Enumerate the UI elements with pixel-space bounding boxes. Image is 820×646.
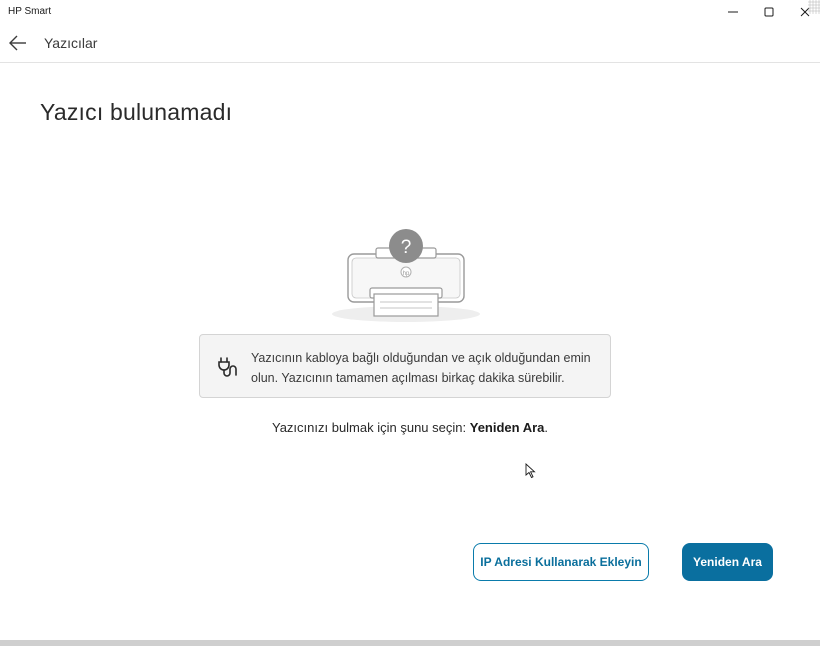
question-mark-label: ? bbox=[401, 237, 412, 258]
maximize-icon bbox=[764, 7, 774, 17]
window-bottom-border bbox=[0, 640, 820, 646]
page-title: Yazıcı bulunamadı bbox=[40, 99, 233, 125]
maximize-button[interactable] bbox=[751, 0, 787, 24]
mouse-pointer-icon bbox=[525, 463, 536, 479]
search-again-button[interactable]: Yeniden Ara bbox=[682, 543, 773, 581]
minimize-button[interactable] bbox=[715, 0, 751, 24]
back-button[interactable] bbox=[6, 33, 30, 53]
hp-smart-window: HP Smart Yazıcılar Yazıcı bulunamadı hp … bbox=[0, 0, 820, 646]
search-hint-suffix: . bbox=[544, 420, 549, 435]
app-title: HP Smart bbox=[8, 6, 52, 17]
add-by-ip-button[interactable]: IP Adresi Kullanarak Ekleyin bbox=[473, 543, 649, 581]
printer-not-found-illustration: hp ? bbox=[332, 229, 480, 322]
search-hint-prefix: Yazıcınızı bulmak için şunu seçin: bbox=[271, 420, 467, 435]
search-hint-action: Yeniden Ara bbox=[469, 420, 545, 435]
navigation-bar: Yazıcılar bbox=[0, 24, 820, 63]
back-arrow-icon bbox=[9, 35, 26, 51]
plug-icon bbox=[218, 357, 237, 377]
breadcrumb-printers: Yazıcılar bbox=[44, 35, 98, 51]
search-hint: Yazıcınızı bulmak için şunu seçin: Yenid… bbox=[0, 420, 820, 435]
minimize-icon bbox=[728, 11, 738, 13]
info-message-text: Yazıcının kabloya bağlı olduğundan ve aç… bbox=[251, 351, 591, 385]
svg-text:hp: hp bbox=[403, 271, 410, 277]
grid-pattern-icon bbox=[808, 0, 820, 14]
info-message-box: Yazıcının kabloya bağlı olduğundan ve aç… bbox=[199, 334, 611, 398]
title-bar: HP Smart bbox=[0, 0, 820, 24]
